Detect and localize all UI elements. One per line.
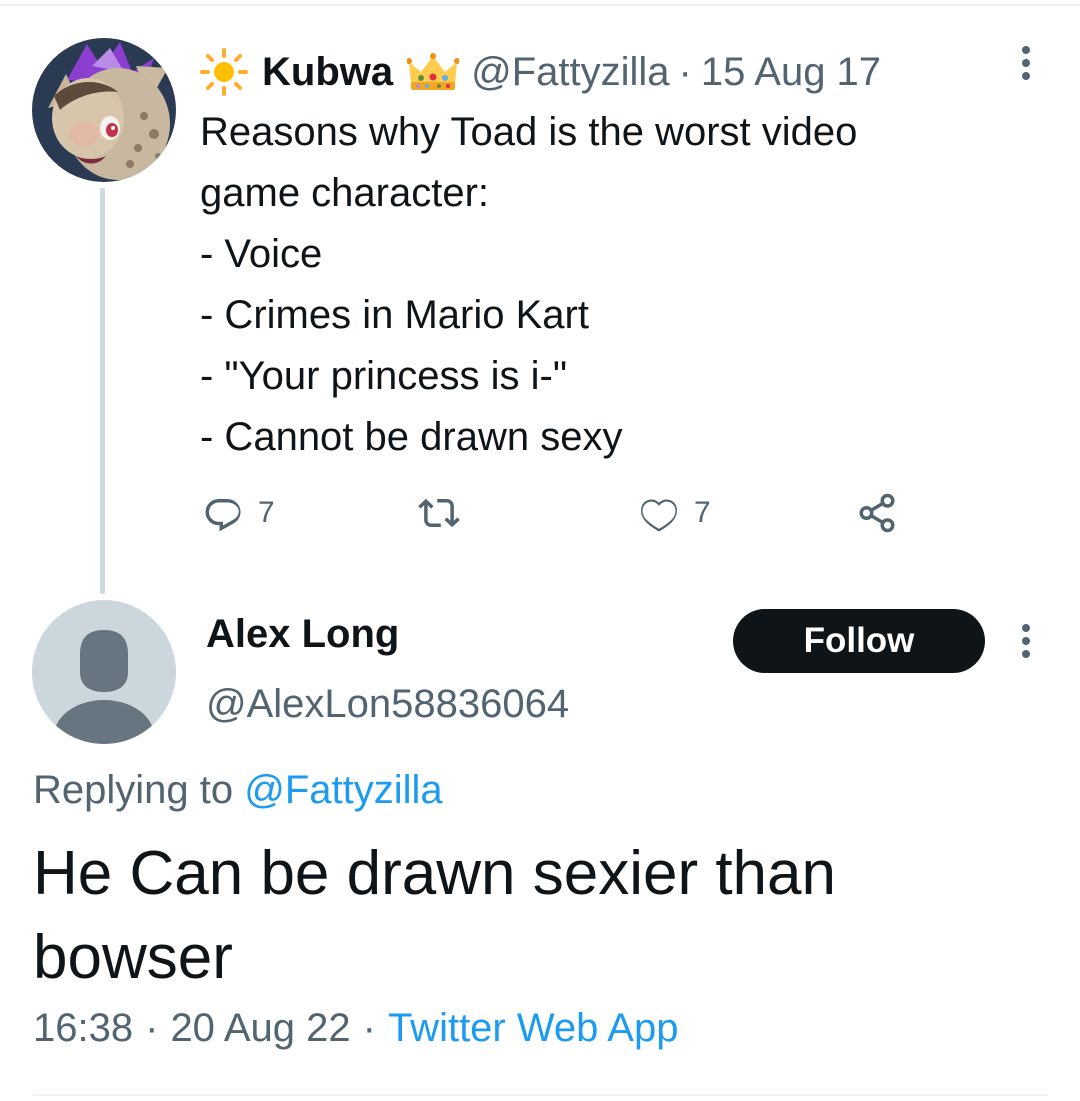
reply-meta: 16:38 · 20 Aug 22 · Twitter Web App: [33, 1006, 678, 1051]
tweet-text-line: - Voice: [200, 232, 323, 276]
bottom-divider: [33, 1094, 1048, 1096]
reply-more-options-icon[interactable]: [1016, 622, 1036, 662]
meta-separator: ·: [145, 1006, 159, 1050]
reply-icon: [205, 499, 241, 532]
tweet-text-line: game character:: [200, 171, 490, 215]
crown-emoji-icon: [407, 53, 460, 90]
tweet-actions: 7 7: [200, 492, 920, 540]
reply-button[interactable]: 7: [202, 492, 275, 534]
avatar-illustration: [32, 38, 176, 182]
tweet-text-line: - Cannot be drawn sexy: [200, 415, 623, 459]
share-icon: [859, 493, 895, 533]
source-link[interactable]: Twitter Web App: [388, 1006, 679, 1050]
tweet-text-line: Reasons why Toad is the worst video: [200, 110, 858, 154]
reply-time[interactable]: 16:38: [33, 1006, 133, 1050]
heart-icon: [641, 499, 677, 532]
like-count: 7: [694, 496, 711, 529]
like-button[interactable]: 7: [638, 492, 711, 534]
reply-date[interactable]: 20 Aug 22: [170, 1006, 350, 1050]
avatar-kubwa[interactable]: [32, 38, 176, 182]
replying-prefix: Replying to: [33, 768, 234, 812]
thread-line: [100, 188, 105, 594]
replying-to-link[interactable]: @Fattyzilla: [244, 768, 442, 812]
reply-handle[interactable]: @AlexLon58836064: [206, 682, 569, 727]
tweet-text-line: - "Your princess is i-": [200, 354, 568, 398]
replying-to: Replying to @Fattyzilla: [33, 768, 443, 813]
tweet-header: Kubwa @Fattyzilla · 15 Aug 17: [200, 44, 881, 100]
follow-button[interactable]: Follow: [733, 609, 985, 673]
top-divider: [0, 4, 1080, 6]
sun-emoji-icon: [200, 48, 248, 96]
tweet-date[interactable]: 15 Aug 17: [701, 50, 881, 95]
reply-text: He Can be drawn sexier than bowser: [33, 839, 837, 992]
handle[interactable]: @Fattyzilla: [471, 50, 669, 95]
tweet-text: Reasons why Toad is the worst video game …: [200, 102, 1020, 468]
meta-separator: ·: [362, 1006, 376, 1050]
reply-count: 7: [258, 496, 275, 529]
separator-dot: ·: [678, 49, 692, 94]
retweet-icon: [418, 498, 460, 528]
more-options-icon[interactable]: [1016, 44, 1036, 84]
default-profile-icon: [32, 600, 176, 744]
reply-display-name[interactable]: Alex Long: [206, 612, 399, 657]
share-button[interactable]: [856, 492, 898, 534]
display-name[interactable]: Kubwa: [262, 50, 393, 95]
avatar-default[interactable]: [32, 600, 176, 744]
retweet-button[interactable]: [418, 492, 460, 534]
tweet-text-line: - Crimes in Mario Kart: [200, 293, 589, 337]
